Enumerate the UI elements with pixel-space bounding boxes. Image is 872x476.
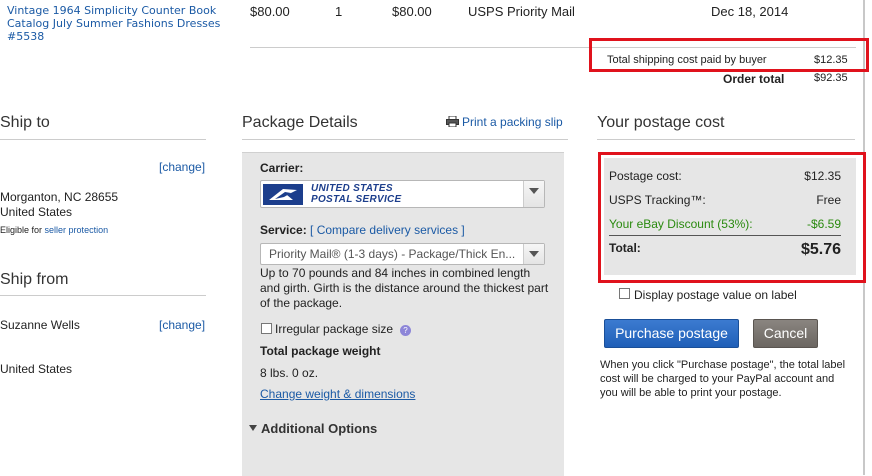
seller-protection-link[interactable]: seller protection: [45, 225, 109, 235]
service-label: Service:: [260, 223, 307, 237]
postage-total-divider: [609, 235, 841, 236]
additional-options-toggle[interactable]: Additional Options: [249, 421, 377, 436]
irregular-size-label: Irregular package size: [275, 322, 394, 336]
purchase-postage-button[interactable]: Purchase postage: [604, 319, 739, 348]
print-packing-slip-button[interactable]: Print a packing slip: [446, 115, 563, 129]
service-select[interactable]: Priority Mail® (1-3 days) - Package/Thic…: [260, 243, 545, 265]
eligible-text: Eligible for: [0, 225, 43, 235]
item-quantity: 1: [335, 4, 343, 19]
change-weight-link[interactable]: Change weight & dimensions: [260, 387, 415, 401]
help-icon[interactable]: ?: [400, 325, 411, 336]
carrier-line2: POSTAL SERVICE: [311, 194, 402, 205]
item-title-link[interactable]: Vintage 1964 Simplicity Counter Book Cat…: [7, 4, 232, 43]
print-packing-slip-label: Print a packing slip: [462, 115, 563, 129]
triangle-down-icon: [249, 425, 257, 431]
display-postage-label: Display postage value on label: [634, 288, 797, 302]
ship-from-name: Suzanne Wells: [0, 318, 80, 332]
service-select-value: Priority Mail® (1-3 days) - Package/Thic…: [269, 247, 516, 261]
order-total-value: $92.35: [814, 72, 848, 84]
printer-icon: [446, 115, 459, 128]
carrier-select[interactable]: UNITED STATES POSTAL SERVICE: [260, 180, 545, 208]
carrier-line1: UNITED STATES: [311, 183, 393, 194]
ship-to-country: United States: [0, 205, 73, 219]
ship-to-heading: Ship to: [0, 114, 50, 131]
item-price: $80.00: [250, 4, 290, 19]
ship-from-heading: Ship from: [0, 271, 69, 288]
postage-divider: [597, 139, 855, 140]
shipping-total-value: $12.35: [814, 54, 848, 66]
irregular-size-checkbox[interactable]: [261, 323, 272, 334]
ship-to-divider: [0, 139, 206, 140]
postage-cost-heading: Your postage cost: [597, 114, 725, 131]
ship-from-change-link[interactable]: [change]: [159, 318, 205, 332]
postage-cost-label: Postage cost:: [609, 169, 682, 183]
ship-from-country: United States: [0, 362, 73, 376]
ship-from-divider: [0, 295, 206, 296]
carrier-label: Carrier:: [260, 161, 304, 175]
additional-options-label: Additional Options: [261, 421, 378, 436]
item-shipping-service: USPS Priority Mail: [468, 4, 575, 19]
postage-total-label: Total:: [609, 241, 641, 255]
carrier-dropdown-arrow-icon: [523, 181, 544, 207]
service-label-row: Service: [ Compare delivery services ]: [260, 223, 465, 237]
shipping-total-label: Total shipping cost paid by buyer: [607, 54, 767, 66]
ship-to-change-link[interactable]: [change]: [159, 160, 205, 174]
compare-services-link[interactable]: [ Compare delivery services ]: [310, 223, 465, 237]
package-divider: [242, 139, 568, 140]
discount-value: -$6.59: [806, 217, 841, 231]
order-total-label: Order total: [723, 72, 785, 86]
postage-cost-value: $12.35: [804, 169, 841, 183]
item-subtotal: $80.00: [392, 4, 432, 19]
package-details-heading: Package Details: [242, 114, 358, 131]
total-weight-heading: Total package weight: [260, 344, 381, 358]
seller-protection-line: Eligible for seller protection: [0, 225, 108, 235]
total-weight-value: 8 lbs. 0 oz.: [260, 366, 319, 380]
purchase-note: When you click "Purchase postage", the t…: [600, 359, 846, 399]
cancel-button[interactable]: Cancel: [753, 319, 818, 348]
service-description: Up to 70 pounds and 84 inches in combine…: [260, 266, 549, 310]
tracking-value: Free: [816, 193, 841, 207]
service-dropdown-arrow-icon: [523, 244, 544, 264]
discount-label: Your eBay Discount (53%):: [609, 217, 753, 231]
display-postage-checkbox[interactable]: [619, 288, 630, 299]
usps-eagle-icon: [263, 184, 303, 205]
postage-total-value: $5.76: [800, 241, 841, 258]
tracking-label: USPS Tracking™:: [609, 193, 706, 207]
item-date: Dec 18, 2014: [711, 4, 789, 19]
ship-to-city: Morganton, NC 28655: [0, 190, 119, 204]
